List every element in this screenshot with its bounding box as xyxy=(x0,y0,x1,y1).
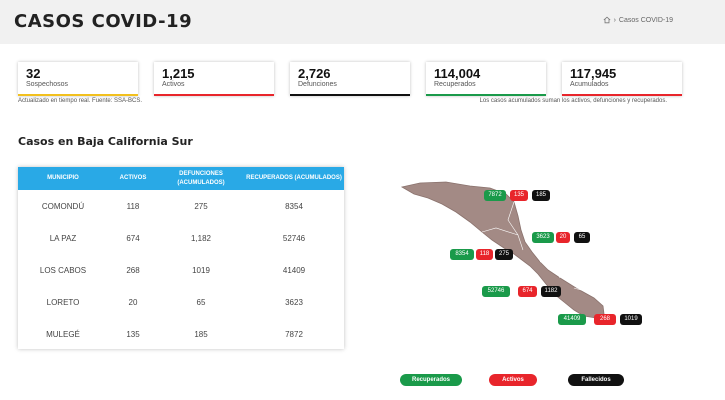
breadcrumb: › Casos COVID-19 xyxy=(603,16,673,24)
card-value: 117,945 xyxy=(570,66,617,81)
map-label-comondu-deaths: 275 xyxy=(495,249,513,260)
card-accent-bar xyxy=(562,94,682,96)
section-title: Casos en Baja California Sur xyxy=(18,135,193,148)
map-label-loscabos-active: 268 xyxy=(594,314,616,325)
map-label-mulege-recovered: 7872 xyxy=(484,190,506,201)
card-value: 1,215 xyxy=(162,66,195,81)
cell-municipio: LA PAZ xyxy=(49,233,77,243)
column-header-municipio: MUNICIPIO xyxy=(47,175,79,181)
card-acumulados: 117,945 Acumulados xyxy=(562,62,682,96)
card-accent-bar xyxy=(426,94,546,96)
column-header-activos: ACTIVOS xyxy=(119,175,147,181)
table-row: LORETO 20 65 3623 xyxy=(18,286,344,318)
card-label: Defunciones xyxy=(298,81,337,88)
card-defunciones: 2,726 Defunciones xyxy=(290,62,410,96)
map-label-comondu-recovered: 8354 xyxy=(450,249,474,260)
cell-recuperados: 7872 xyxy=(285,329,303,339)
map-label-lapaz-active: 674 xyxy=(518,286,537,297)
map-label-comondu-active: 118 xyxy=(476,249,493,260)
page-title: CASOS COVID-19 xyxy=(14,11,193,32)
legend-activos: Activos xyxy=(489,374,537,386)
cell-municipio: LOS CABOS xyxy=(39,265,87,275)
card-label: Recuperados xyxy=(434,81,476,88)
cell-defunciones: 275 xyxy=(194,201,208,211)
card-accent-bar xyxy=(18,94,138,96)
cell-activos: 135 xyxy=(126,329,140,339)
cell-activos: 674 xyxy=(126,233,140,243)
card-value: 2,726 xyxy=(298,66,331,81)
map-label-loscabos-recovered: 41409 xyxy=(558,314,586,325)
card-recuperados: 114,004 Recuperados xyxy=(426,62,546,96)
map-label-loscabos-deaths: 1019 xyxy=(620,314,642,325)
map-label-lapaz-recovered: 52746 xyxy=(482,286,510,297)
card-accent-bar xyxy=(154,94,274,96)
cumulative-note: Los casos acumulados suman los activos, … xyxy=(479,98,667,104)
summary-cards: 32 Sospechosos 1,215 Activos 2,726 Defun… xyxy=(18,62,682,96)
card-label: Acumulados xyxy=(570,81,609,88)
cell-recuperados: 52746 xyxy=(282,233,306,243)
map-label-loreto-deaths: 65 xyxy=(574,232,590,243)
cases-table: MUNICIPIO ACTIVOS DEFUNCIONES (ACUMULADO… xyxy=(18,167,344,349)
breadcrumb-separator: › xyxy=(613,16,616,24)
cell-defunciones: 65 xyxy=(196,297,206,307)
cell-defunciones: 1,182 xyxy=(190,233,212,243)
home-icon[interactable] xyxy=(603,16,611,24)
map-label-lapaz-deaths: 1182 xyxy=(541,286,561,297)
card-sospechosos: 32 Sospechosos xyxy=(18,62,138,96)
table-row: LOS CABOS 268 1019 41409 xyxy=(18,254,344,286)
card-value: 114,004 xyxy=(434,66,481,81)
legend-fallecidos: Fallecidos xyxy=(568,374,624,386)
cell-recuperados: 3623 xyxy=(285,297,303,307)
cell-recuperados: 41409 xyxy=(282,265,306,275)
table-row: LA PAZ 674 1,182 52746 xyxy=(18,222,344,254)
baja-california-sur-map: 7872 135 185 3623 20 65 8354 118 275 527… xyxy=(398,180,648,330)
table-header: MUNICIPIO ACTIVOS DEFUNCIONES (ACUMULADO… xyxy=(18,167,344,190)
cell-activos: 118 xyxy=(126,201,140,211)
cell-municipio: MULEGÉ xyxy=(46,329,80,339)
card-accent-bar xyxy=(290,94,410,96)
card-activos: 1,215 Activos xyxy=(154,62,274,96)
cell-activos: 20 xyxy=(128,297,138,307)
map-label-loreto-active: 20 xyxy=(556,232,570,243)
map-label-mulege-deaths: 185 xyxy=(532,190,550,201)
table-row: MULEGÉ 135 185 7872 xyxy=(18,318,344,350)
column-header-defunciones: DEFUNCIONES (ACUMULADOS) xyxy=(177,170,225,186)
cell-defunciones: 185 xyxy=(194,329,208,339)
cell-municipio: LORETO xyxy=(46,297,80,307)
state-map-shape xyxy=(400,181,605,319)
source-note: Actualizado en tiempo real. Fuente: SSA-… xyxy=(18,98,143,104)
legend-recuperados: Recuperados xyxy=(400,374,462,386)
cell-activos: 268 xyxy=(126,265,140,275)
card-label: Activos xyxy=(162,81,185,88)
breadcrumb-current: Casos COVID-19 xyxy=(618,16,673,24)
page-header: CASOS COVID-19 › Casos COVID-19 xyxy=(0,0,725,44)
card-value: 32 xyxy=(26,66,41,81)
cell-defunciones: 1019 xyxy=(192,265,210,275)
column-header-recuperados: RECUPERADOS (ACUMULADOS) xyxy=(246,175,342,181)
card-label: Sospechosos xyxy=(26,81,69,88)
cell-recuperados: 8354 xyxy=(285,201,303,211)
map-label-loreto-recovered: 3623 xyxy=(532,232,554,243)
table-row: COMONDÚ 118 275 8354 xyxy=(18,190,344,222)
cell-municipio: COMONDÚ xyxy=(41,201,85,211)
map-label-mulege-active: 135 xyxy=(510,190,528,201)
